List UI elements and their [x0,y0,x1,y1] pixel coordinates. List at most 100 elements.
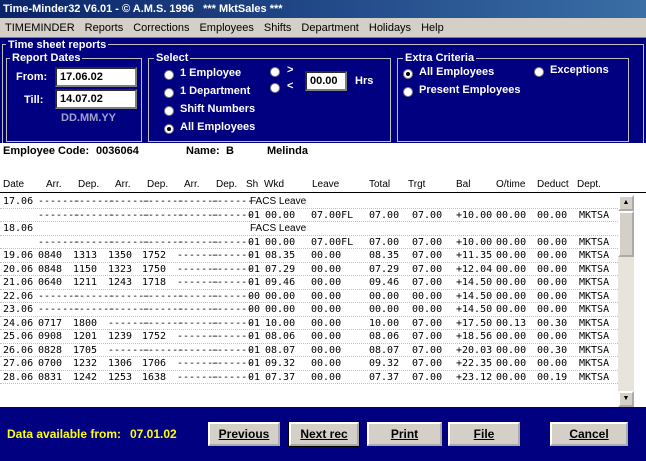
radio-exceptions[interactable] [534,67,544,77]
hours-input[interactable]: 00.00 [305,71,347,91]
window-title: Time-Minder32 V6.01 - © A.M.S. 1996 *** … [0,0,646,18]
cell-a2: 1323 [108,263,133,275]
cell-trgt: 07.00 [412,236,443,248]
table-row[interactable]: 28.06 0831 1242 1253 1638 ------- ------- 01 07.… [0,371,618,384]
cell-sh: 01 [248,331,261,342]
table-row[interactable]: ------- ------- ------- ------- ------- -----… [0,209,618,222]
cell-ot: 00.00 [496,304,527,315]
cell-date: 26.06 [3,344,34,356]
cell-sh: 01 [248,277,261,288]
cell-total: 00.00 [369,290,400,302]
radio-1-employee-label[interactable]: 1 Employee [180,67,241,79]
cell-sh: 01 [248,263,261,275]
table-row[interactable]: 21.06 0640 1211 1243 1718 ------- ------- 01 09.… [0,276,618,290]
cell-date: 18.06 [3,223,34,234]
table-row[interactable]: ------- ------- ------- ------- ------- -----… [0,236,618,249]
col-dept: Dept. [577,179,601,190]
table-body[interactable]: 17.06 ------- ------- ------- ------- -------… [0,195,618,407]
radio-all-employees[interactable] [164,124,174,134]
scroll-up-arrow-icon[interactable]: ▲ [618,195,634,211]
table-row[interactable]: 23.06 ------- ------- ------- ------- -------… [0,303,618,317]
cell-d2: 1706 [142,358,167,369]
previous-button[interactable]: Previous [208,422,280,446]
print-button[interactable]: Print [367,422,442,446]
scroll-down-arrow-icon[interactable]: ▼ [618,391,634,407]
menu-timeminder[interactable]: TIMEMINDER [0,18,80,38]
cell-a1: 0831 [38,371,63,383]
cell-dept: MKTSA [579,250,610,261]
radio-extra-all-employees-label[interactable]: All Employees [419,66,494,78]
cell-date: 17.06 [3,196,34,207]
radio-less-than[interactable] [270,83,280,93]
col-leave: Leave [312,179,340,190]
cell-ot: 00.00 [496,277,527,288]
employee-initial: B [226,145,234,157]
menu-help[interactable]: Help [416,18,449,38]
table-row[interactable]: 22.06 ------- ------- ------- ------- -------… [0,290,618,303]
cell-leave: 07.00FL [311,209,354,221]
cell-sh: 00 [248,290,261,302]
table-row[interactable]: 26.06 0828 1705 ------- ------- ------- ------… [0,344,618,357]
cell-date: 24.06 [3,317,34,329]
radio-1-department[interactable] [164,88,174,98]
cell-wkd: 09.46 [265,277,296,288]
radio-exceptions-label[interactable]: Exceptions [550,64,609,76]
radio-shift-numbers-label[interactable]: Shift Numbers [180,103,255,115]
radio-present-employees[interactable] [403,87,413,97]
cell-ded: 00.00 [537,209,568,221]
cell-date: 19.06 [3,250,34,261]
next-record-button[interactable]: Next rec [288,421,360,447]
select-title: Select [154,52,191,64]
cell-d2: 1752 [142,331,167,342]
cell-dept: MKTSA [579,290,610,302]
col-total: Total [369,179,391,190]
menu-reports[interactable]: Reports [80,18,129,38]
scroll-thumb[interactable] [618,211,634,257]
cell-wkd: 09.32 [265,358,296,369]
radio-extra-all-employees[interactable] [403,69,413,79]
menu-holidays[interactable]: Holidays [364,18,416,38]
cell-d1: 1150 [73,263,98,275]
cell-d3: ------- [211,209,254,221]
col-target: Trgt [408,179,426,190]
cell-bal: +14.50 [456,290,493,302]
cell-trgt: 07.00 [412,277,443,288]
table-row[interactable]: 25.06 0908 1201 1239 1752 ------- ------- 01 08.… [0,330,618,344]
from-date-input[interactable]: 17.06.02 [55,67,137,87]
vertical-scrollbar[interactable]: ▲ ▼ [618,195,634,407]
menu-corrections[interactable]: Corrections [128,18,194,38]
till-label: Till: [24,94,44,106]
menu-department[interactable]: Department [296,18,363,38]
cell-sh: 01 [248,344,261,356]
radio-1-department-label[interactable]: 1 Department [180,85,250,97]
table-row[interactable]: 27.06 0700 1232 1306 1706 ------- ------- 01 09.… [0,357,618,371]
table-row[interactable]: 24.06 0717 1800 ------- ------- ------- ------… [0,317,618,330]
cell-d2: 1752 [142,250,167,261]
cell-d1: 1201 [73,331,98,342]
cell-ded: 00.00 [537,263,568,275]
cell-ot: 00.00 [496,290,527,302]
cancel-button[interactable]: Cancel [550,422,628,446]
file-button[interactable]: File [448,422,520,446]
menu-shifts[interactable]: Shifts [259,18,297,38]
cell-trgt: 07.00 [412,317,443,329]
menu-employees[interactable]: Employees [194,18,258,38]
table-row[interactable]: 17.06 ------- ------- ------- ------- -------… [0,195,618,209]
report-dates-title: Report Dates [10,52,83,64]
table-row[interactable]: 19.06 0840 1313 1350 1752 ------- ------- 01 08.… [0,249,618,263]
cell-total: 08.07 [369,344,400,356]
till-date-input[interactable]: 14.07.02 [55,89,137,109]
radio-greater-than[interactable] [270,67,280,77]
cell-trgt: 07.00 [412,331,443,342]
radio-present-employees-label[interactable]: Present Employees [419,84,521,96]
radio-all-employees-label[interactable]: All Employees [180,121,255,133]
radio-shift-numbers[interactable] [164,106,174,116]
radio-1-employee[interactable] [164,70,174,80]
cell-trgt: 07.00 [412,344,443,356]
table-row[interactable]: 20.06 0848 1150 1323 1750 ------- ------- 01 07.… [0,263,618,276]
cell-a1: 0640 [38,277,63,288]
greater-than-label: > [287,64,294,76]
cell-d2: 1718 [142,277,167,288]
col-date: Date [3,179,25,190]
table-row[interactable]: 18.06 FACS Leave [0,222,618,236]
